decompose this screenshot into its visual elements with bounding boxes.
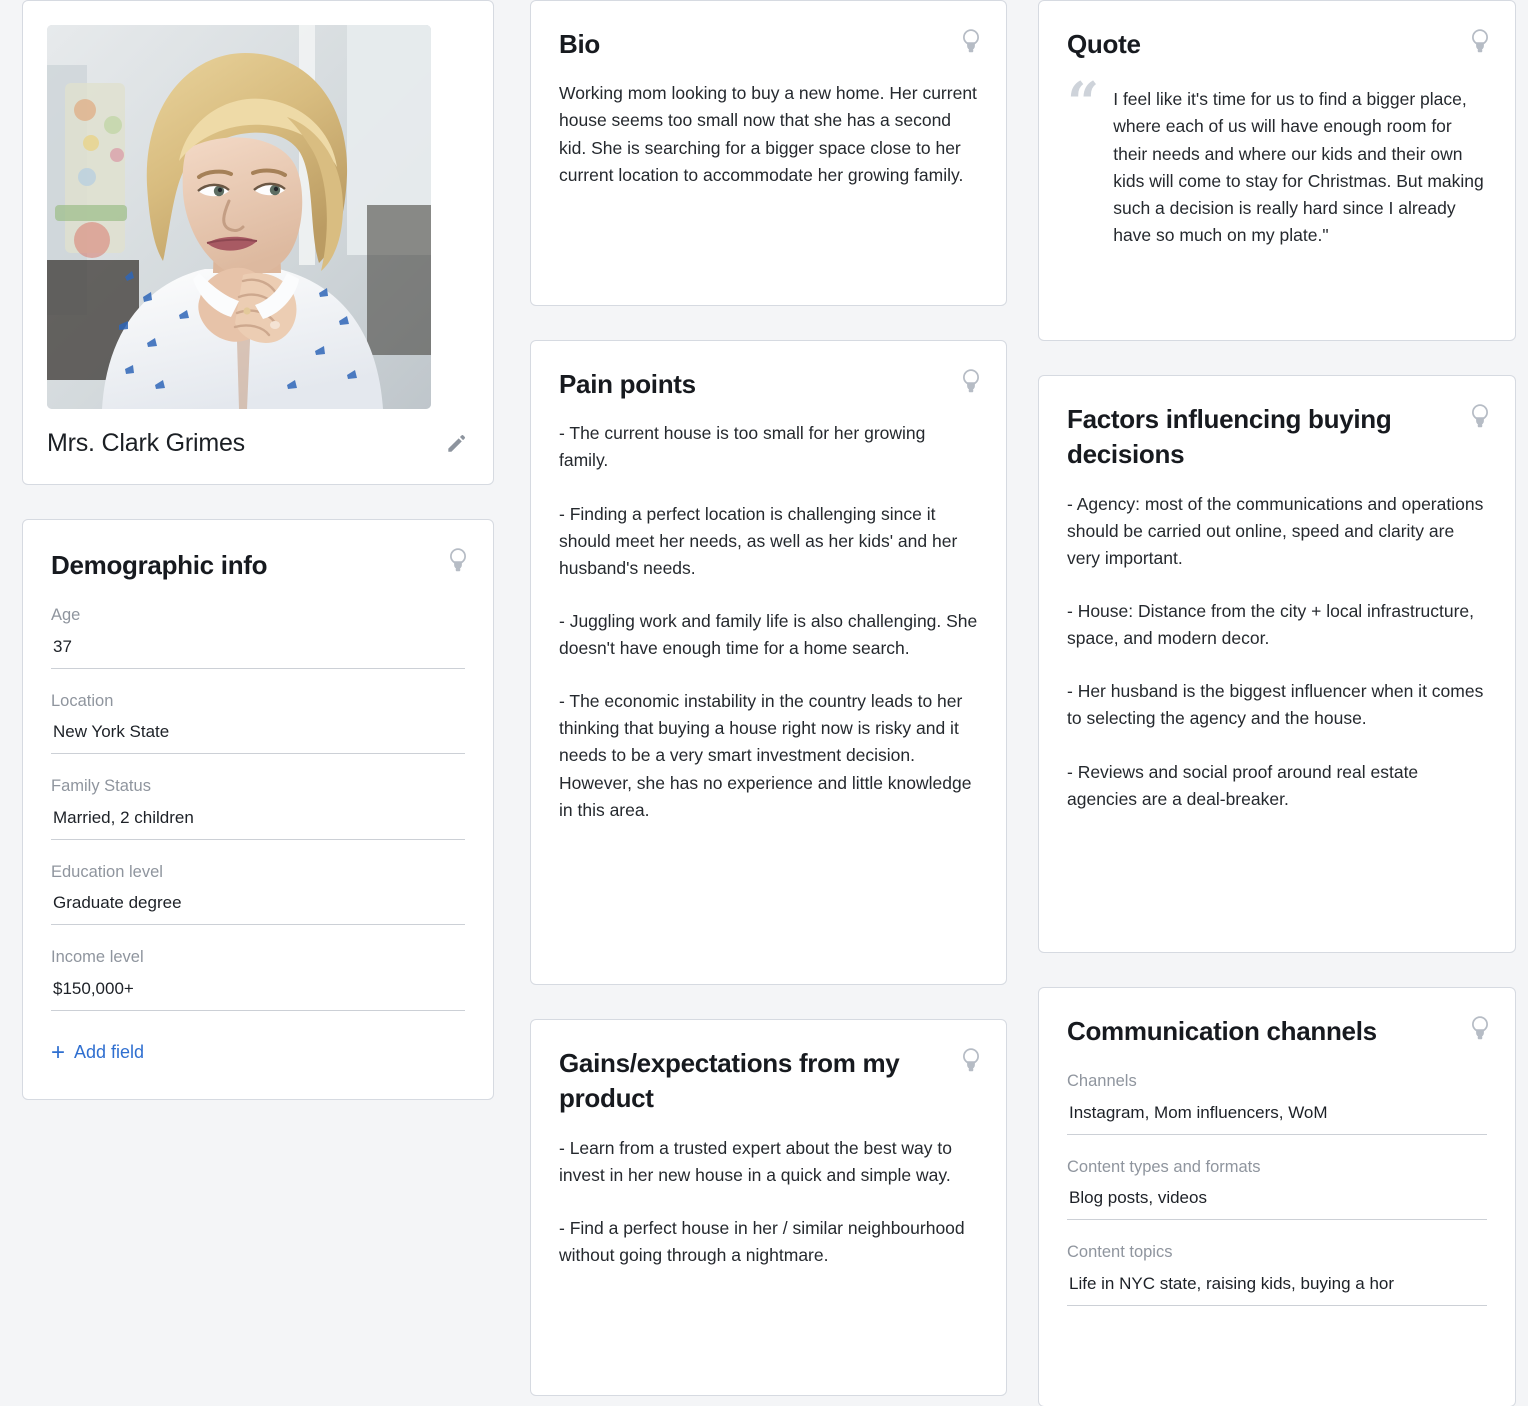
left-column: Mrs. Clark Grimes Demographic info Age 3… (22, 0, 494, 1100)
field-label: Channels (1067, 1071, 1487, 1092)
lightbulb-icon[interactable] (1467, 27, 1493, 55)
card-title: Communication channels (1067, 1014, 1487, 1049)
field-income-level: Income level $150,000+ (51, 947, 465, 1010)
factor-item: - Reviews and social proof around real e… (1067, 759, 1487, 813)
field-label: Income level (51, 947, 465, 968)
field-value[interactable]: Instagram, Mom influencers, WoM (1067, 1093, 1487, 1135)
profile-name: Mrs. Clark Grimes (47, 429, 245, 458)
pain-point-item: - Finding a perfect location is challeng… (559, 501, 978, 582)
field-channels: Channels Instagram, Mom influencers, WoM (1067, 1071, 1487, 1134)
card-title: Bio (559, 27, 978, 62)
demographic-info-card: Demographic info Age 37 Location New Yor… (22, 519, 494, 1100)
field-value[interactable]: 37 (51, 627, 465, 669)
factors-text[interactable]: - Agency: most of the communications and… (1067, 491, 1487, 813)
lightbulb-icon[interactable] (445, 546, 471, 574)
gains-item: - Learn from a trusted expert about the … (559, 1135, 978, 1189)
gains-expectations-card: Gains/expectations from my product - Lea… (530, 1019, 1007, 1396)
field-label: Family Status (51, 776, 465, 797)
lightbulb-icon[interactable] (958, 27, 984, 55)
field-age: Age 37 (51, 605, 465, 668)
lightbulb-icon[interactable] (1467, 1014, 1493, 1042)
field-value[interactable]: Married, 2 children (51, 798, 465, 840)
card-title: Quote (1067, 27, 1487, 62)
field-value[interactable]: Life in NYC state, raising kids, buying … (1067, 1264, 1487, 1306)
persona-board: Mrs. Clark Grimes Demographic info Age 3… (0, 0, 1528, 1406)
pain-point-item: - Juggling work and family life is also … (559, 608, 978, 662)
quote-text[interactable]: I feel like it's time for us to find a b… (1113, 82, 1487, 249)
plus-icon: + (51, 1041, 65, 1065)
quote-card: Quote “ I feel like it's time for us to … (1038, 0, 1516, 341)
gains-text[interactable]: - Learn from a trusted expert about the … (559, 1135, 978, 1270)
card-title: Factors influencing buying decisions (1067, 402, 1487, 473)
pain-point-item: - The economic instability in the countr… (559, 688, 978, 824)
quote-row: “ I feel like it's time for us to find a… (1067, 82, 1487, 249)
bio-card: Bio Working mom looking to buy a new hom… (530, 0, 1007, 306)
lightbulb-icon[interactable] (958, 367, 984, 395)
factor-item: - Agency: most of the communications and… (1067, 491, 1487, 572)
field-value[interactable]: New York State (51, 712, 465, 754)
pain-points-text[interactable]: - The current house is too small for her… (559, 420, 978, 824)
field-label: Content types and formats (1067, 1157, 1487, 1178)
pencil-icon[interactable] (445, 433, 467, 455)
field-label: Education level (51, 862, 465, 883)
field-value[interactable]: $150,000+ (51, 969, 465, 1011)
avatar[interactable] (47, 25, 431, 409)
pain-points-card: Pain points - The current house is too s… (530, 340, 1007, 985)
field-family-status: Family Status Married, 2 children (51, 776, 465, 839)
lightbulb-icon[interactable] (1467, 402, 1493, 430)
card-title: Pain points (559, 367, 978, 402)
field-value[interactable]: Blog posts, videos (1067, 1178, 1487, 1220)
card-title: Demographic info (51, 548, 465, 583)
field-label: Age (51, 605, 465, 626)
field-value[interactable]: Graduate degree (51, 883, 465, 925)
lightbulb-icon[interactable] (958, 1046, 984, 1074)
add-field-label: Add field (74, 1042, 144, 1063)
gains-item: - Find a perfect house in her / similar … (559, 1215, 978, 1269)
factor-item: - Her husband is the biggest influencer … (1067, 678, 1487, 732)
card-title: Gains/expectations from my product (559, 1046, 978, 1117)
right-column: Quote “ I feel like it's time for us to … (1038, 0, 1516, 1406)
field-content-topics: Content topics Life in NYC state, raisin… (1067, 1242, 1487, 1305)
factor-item: - House: Distance from the city + local … (1067, 598, 1487, 652)
profile-name-row: Mrs. Clark Grimes (47, 429, 469, 458)
quote-mark-icon: “ (1067, 82, 1099, 249)
field-content-types-and-formats: Content types and formats Blog posts, vi… (1067, 1157, 1487, 1220)
field-label: Content topics (1067, 1242, 1487, 1263)
field-location: Location New York State (51, 691, 465, 754)
profile-card: Mrs. Clark Grimes (22, 0, 494, 485)
communication-channels-card: Communication channels Channels Instagra… (1038, 987, 1516, 1406)
field-education-level: Education level Graduate degree (51, 862, 465, 925)
middle-column: Bio Working mom looking to buy a new hom… (530, 0, 1007, 1396)
factors-influencing-buying-decisions-card: Factors influencing buying decisions - A… (1038, 375, 1516, 953)
add-field-button[interactable]: + Add field (51, 1041, 144, 1065)
avatar-photo (47, 25, 431, 409)
field-label: Location (51, 691, 465, 712)
bio-text[interactable]: Working mom looking to buy a new home. H… (559, 80, 978, 189)
pain-point-item: - The current house is too small for her… (559, 420, 978, 474)
